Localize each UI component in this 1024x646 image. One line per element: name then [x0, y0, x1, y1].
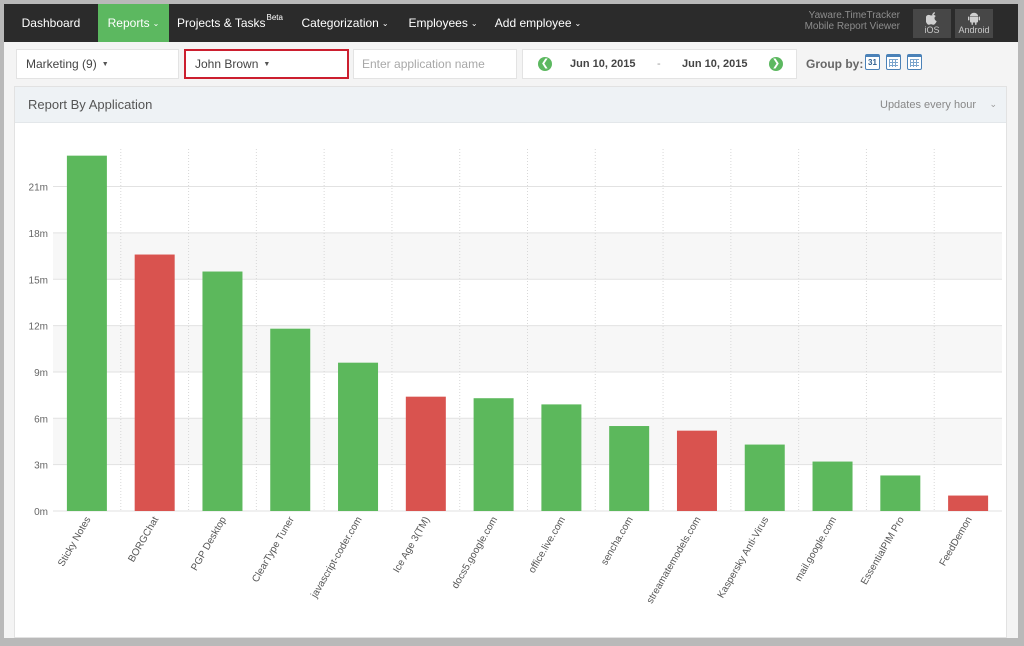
group-by-week-icon[interactable]: [886, 54, 901, 70]
nav-add-employee[interactable]: Add employee ⌄: [487, 4, 589, 42]
nav-employees-label: Employees: [408, 16, 468, 30]
caret-down-icon: ▼: [263, 60, 271, 68]
bar-3[interactable]: [270, 328, 311, 511]
bar-5[interactable]: [405, 396, 446, 511]
panel-title: Report By Application: [28, 97, 153, 112]
x-tick-label: streamatemodels.com: [645, 515, 704, 606]
bar-1[interactable]: [134, 254, 175, 511]
x-tick-label: BORGChat: [126, 515, 161, 564]
x-tick-label: Kaspersky Anti-Virus: [716, 515, 772, 600]
android-icon: [955, 9, 993, 26]
android-label: Android: [958, 25, 990, 35]
nav-projects-tasks[interactable]: Projects & TasksBeta: [169, 4, 291, 42]
chevron-down-icon: ⌄: [470, 18, 478, 28]
bar-4[interactable]: [338, 362, 379, 511]
group-by-label: Group by:: [806, 57, 864, 71]
caret-down-icon: ▼: [101, 60, 109, 68]
chevron-down-icon: ⌄: [381, 18, 389, 28]
calendar-day-number: 31: [868, 58, 877, 67]
date-range-picker: ❮ Jun 10, 2015 - Jun 10, 2015 ❯: [522, 49, 797, 79]
nav-categorization[interactable]: Categorization ⌄: [291, 4, 399, 42]
y-tick-label: 6m: [34, 414, 48, 425]
ios-label: iOS: [924, 25, 940, 35]
android-app-button[interactable]: Android: [955, 9, 993, 38]
x-tick-label: Ice Age 3(TM): [391, 515, 432, 575]
employee-value: John Brown: [195, 57, 259, 71]
employee-select[interactable]: John Brown ▼: [184, 49, 349, 79]
bar-0[interactable]: [66, 155, 107, 511]
y-tick-label: 12m: [29, 322, 48, 333]
date-separator: -: [657, 58, 661, 70]
nav-dashboard-label: Dashboard: [21, 16, 81, 30]
bar-6[interactable]: [473, 398, 514, 511]
group-by-month-icon[interactable]: [907, 54, 922, 70]
app-frame: Dashboard Reports ⌄ Projects & TasksBeta …: [4, 4, 1018, 638]
nav-add-employee-label: Add employee: [494, 16, 572, 30]
x-tick-label: mail.google.com: [793, 515, 839, 584]
bar-9[interactable]: [676, 430, 717, 511]
x-tick-label: javascript-coder.com: [309, 515, 365, 601]
bar-2[interactable]: [202, 271, 243, 511]
bar-10[interactable]: [744, 444, 785, 511]
update-frequency-text[interactable]: Updates every hour: [880, 99, 976, 111]
beta-badge: Beta: [266, 13, 283, 22]
next-date-button[interactable]: ❯: [769, 57, 783, 71]
apple-icon: [913, 9, 951, 26]
y-tick-label: 21m: [29, 183, 48, 194]
y-tick-label: 18m: [29, 229, 48, 240]
application-name-input[interactable]: [353, 49, 517, 79]
nav-employees[interactable]: Employees ⌄: [399, 4, 487, 42]
bar-12[interactable]: [880, 475, 921, 511]
department-select[interactable]: Marketing (9) ▼: [16, 49, 179, 79]
report-panel: Report By Application Updates every hour…: [14, 86, 1007, 638]
panel-header: Report By Application Updates every hour…: [15, 87, 1006, 123]
nav-categorization-label: Categorization: [301, 16, 379, 30]
bar-13[interactable]: [948, 495, 989, 511]
date-from[interactable]: Jun 10, 2015: [570, 50, 635, 78]
brand-text: Yaware.TimeTracker Mobile Report Viewer: [790, 10, 900, 32]
nav-reports-label: Reports: [107, 16, 150, 30]
date-to[interactable]: Jun 10, 2015: [682, 50, 747, 78]
x-tick-label: office.live.com: [527, 515, 568, 575]
x-tick-label: PGP Desktop: [189, 515, 229, 573]
chevron-down-icon[interactable]: ⌄: [989, 99, 997, 110]
x-tick-label: Sticky Notes: [56, 515, 93, 569]
y-tick-label: 9m: [34, 368, 48, 379]
bar-8[interactable]: [609, 426, 650, 511]
application-bar-chart: 0m 3m 6m 9m 12m 15m 18m 21m Sticky Notes BORGChat…: [29, 149, 1002, 606]
department-value: Marketing (9): [26, 57, 97, 71]
bar-11[interactable]: [812, 461, 853, 511]
bar-7[interactable]: [541, 404, 582, 511]
nav-dashboard[interactable]: Dashboard: [4, 4, 98, 42]
x-tick-label: sencha.com: [599, 515, 635, 567]
brand-line-2: Mobile Report Viewer: [804, 21, 900, 32]
y-tick-label: 0m: [34, 507, 48, 518]
nav-projects-label: Projects & Tasks: [177, 16, 266, 30]
x-tick-label: docs5.google.com: [450, 515, 500, 591]
group-by-day-icon[interactable]: 31: [865, 54, 880, 70]
chevron-down-icon: ⌄: [152, 18, 160, 28]
y-tick-label: 3m: [34, 461, 48, 472]
previous-date-button[interactable]: ❮: [538, 57, 552, 71]
chevron-down-icon: ⌄: [574, 18, 582, 28]
brand-line-1: Yaware.TimeTracker: [808, 10, 900, 21]
y-tick-label: 15m: [29, 275, 48, 286]
nav-reports[interactable]: Reports ⌄: [98, 4, 169, 42]
ios-app-button[interactable]: iOS: [913, 9, 951, 38]
top-navbar: Dashboard Reports ⌄ Projects & TasksBeta …: [4, 4, 1018, 42]
x-tick-label: ClearType Tuner: [250, 514, 297, 584]
x-tick-label: EssentialPIM Pro: [859, 515, 907, 587]
x-tick-label: FeedDemon: [938, 515, 975, 568]
